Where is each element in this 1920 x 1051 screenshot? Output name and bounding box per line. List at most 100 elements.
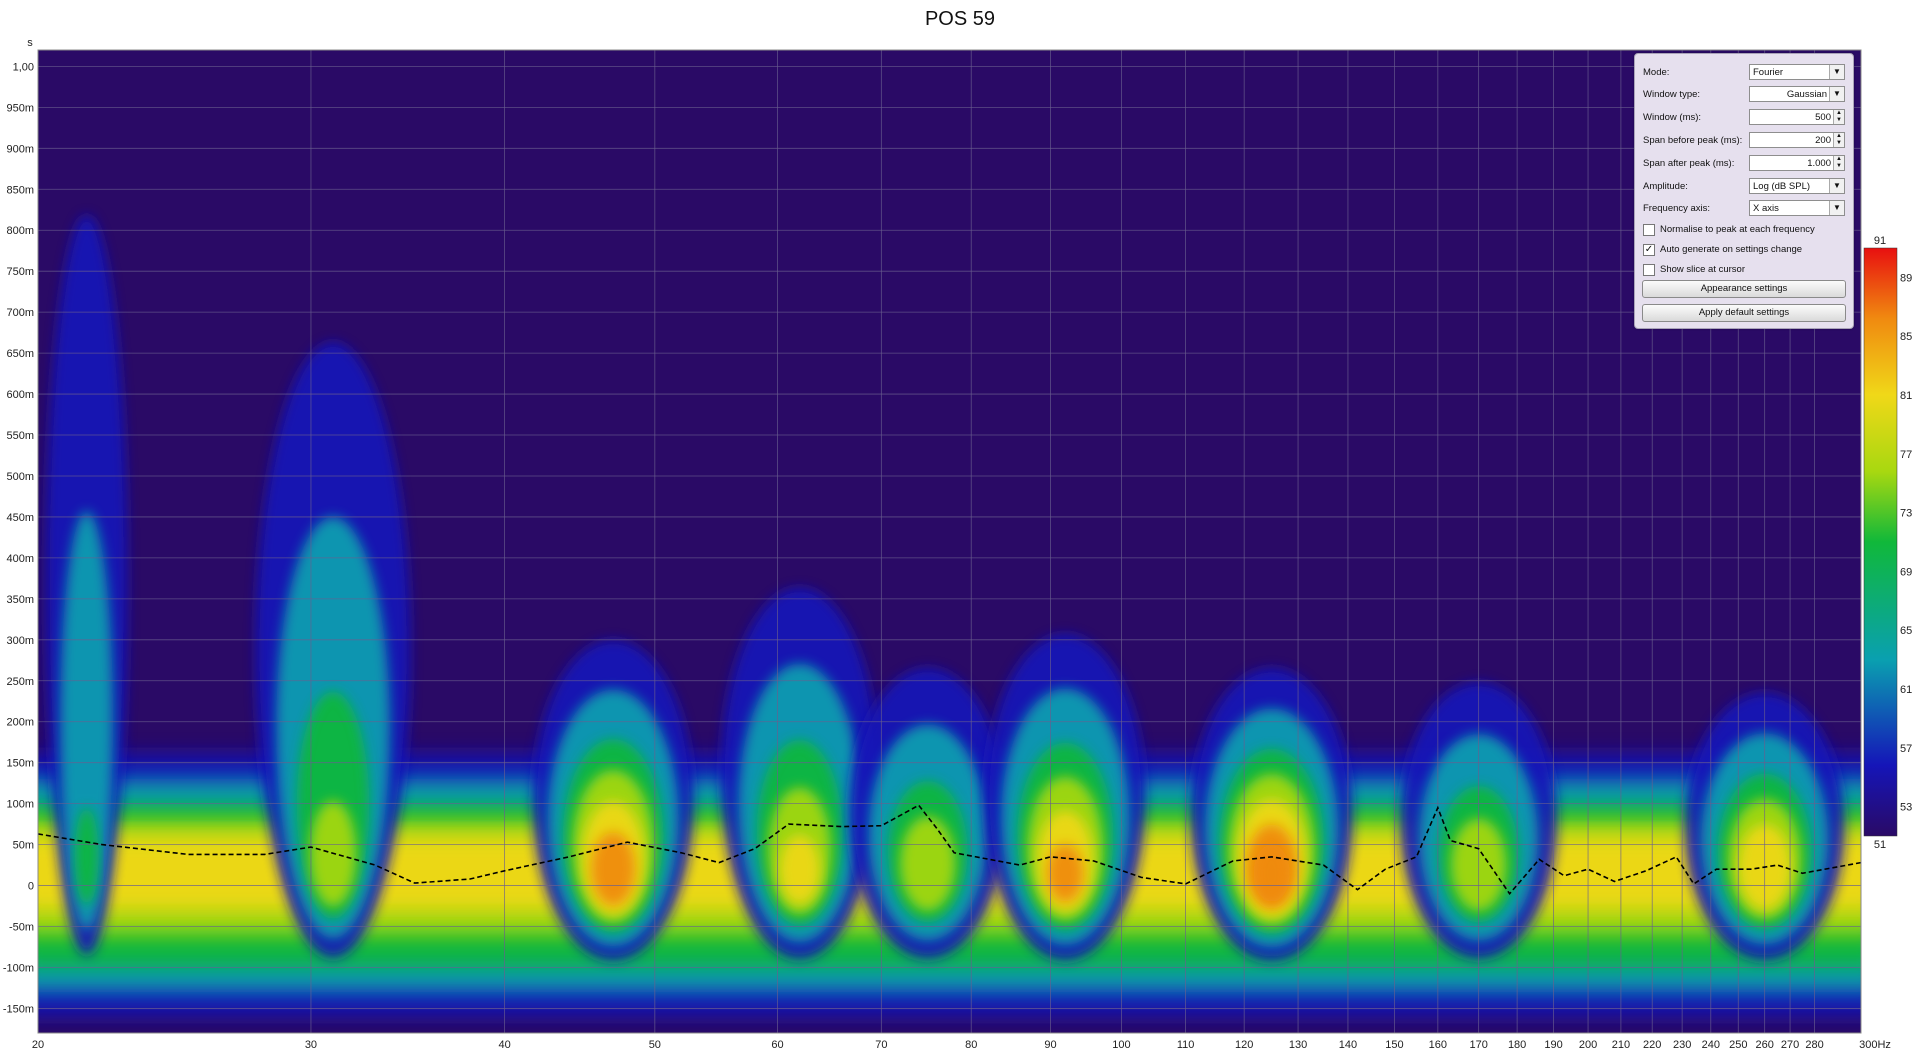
span-before-row: Span before peak (ms): 200 ▲ ▼ xyxy=(1643,132,1845,150)
spinner-icon[interactable]: ▲ ▼ xyxy=(1833,133,1844,147)
x-tick-label: 30 xyxy=(305,1039,317,1051)
x-tick-label: 280 xyxy=(1805,1039,1823,1051)
settings-panel: Mode: Fourier ▼ Window type: Gaussian ▼ … xyxy=(1634,53,1854,329)
y-tick-label: 850m xyxy=(6,184,34,196)
x-tick-label: 80 xyxy=(965,1039,977,1051)
colorbar-tick-label: 51 xyxy=(1874,839,1886,851)
spinner-icon[interactable]: ▲ ▼ xyxy=(1833,156,1844,170)
y-tick-label: 350m xyxy=(6,594,34,606)
auto-generate-checkbox-row[interactable]: ✓ Auto generate on settings change xyxy=(1643,242,1845,258)
y-tick-label: 100m xyxy=(6,799,34,811)
chevron-down-icon[interactable]: ▼ xyxy=(1829,87,1844,101)
window-type-label: Window type: xyxy=(1643,89,1701,100)
y-tick-label: -50m xyxy=(9,922,34,934)
y-tick-label: 200m xyxy=(6,717,34,729)
show-slice-label: Show slice at cursor xyxy=(1660,264,1746,275)
x-tick-label: 200 xyxy=(1579,1039,1597,1051)
ridge-contour xyxy=(591,832,635,906)
y-axis: s 1,00 950m 900m 850m 800m 750m 700m 650m 600m 550… xyxy=(3,37,34,1015)
colorbar-tick-label: 73 xyxy=(1900,508,1912,520)
window-ms-value: 500 xyxy=(1815,112,1831,123)
y-tick-label: 250m xyxy=(6,676,34,688)
colorbar-tick-label: 65 xyxy=(1900,625,1912,637)
colorbar-tick-label: 77 xyxy=(1900,449,1912,461)
window-type-value: Gaussian xyxy=(1786,89,1827,100)
ridge-contour xyxy=(779,835,820,905)
mode-select[interactable]: Fourier ▼ xyxy=(1749,64,1845,80)
x-tick-label: 70 xyxy=(875,1039,887,1051)
mode-row: Mode: Fourier ▼ xyxy=(1643,64,1845,82)
x-tick-label: 160 xyxy=(1429,1039,1447,1051)
apply-default-settings-button[interactable]: Apply default settings xyxy=(1642,304,1846,322)
auto-generate-label: Auto generate on settings change xyxy=(1660,244,1803,255)
x-axis-end-label: 300Hz xyxy=(1859,1039,1891,1051)
x-tick-label: 250 xyxy=(1729,1039,1747,1051)
show-slice-checkbox[interactable] xyxy=(1643,264,1655,276)
y-tick-label: -150m xyxy=(3,1003,34,1015)
colorbar-tick-label: 91 xyxy=(1874,235,1886,247)
x-tick-label: 240 xyxy=(1702,1039,1720,1051)
colorbar-tick-label: 53 xyxy=(1900,802,1912,814)
show-slice-checkbox-row[interactable]: Show slice at cursor xyxy=(1643,262,1845,278)
span-after-row: Span after peak (ms): 1.000 ▲ ▼ xyxy=(1643,155,1845,173)
x-tick-label: 190 xyxy=(1544,1039,1562,1051)
y-tick-label: 600m xyxy=(6,389,34,401)
x-tick-label: 230 xyxy=(1673,1039,1691,1051)
x-axis: 20 30 40 50 60 70 80 90 100 110 120 130 140 150 160 170… xyxy=(32,1039,1891,1051)
span-after-input[interactable]: 1.000 ▲ ▼ xyxy=(1749,155,1845,171)
chevron-down-icon[interactable]: ▼ xyxy=(1829,65,1844,79)
window-ms-input[interactable]: 500 ▲ ▼ xyxy=(1749,109,1845,125)
x-tick-label: 110 xyxy=(1177,1039,1195,1051)
ridge-contour xyxy=(1047,844,1084,902)
span-after-value: 1.000 xyxy=(1807,158,1831,169)
spinner-icon[interactable]: ▲ ▼ xyxy=(1833,110,1844,124)
amplitude-row: Amplitude: Log (dB SPL) ▼ xyxy=(1643,178,1845,196)
normalise-checkbox-row[interactable]: Normalise to peak at each frequency xyxy=(1643,222,1845,238)
x-tick-label: 100 xyxy=(1112,1039,1130,1051)
y-tick-label: 300m xyxy=(6,635,34,647)
y-tick-label: 650m xyxy=(6,348,34,360)
y-tick-label: 450m xyxy=(6,512,34,524)
x-tick-label: 140 xyxy=(1339,1039,1357,1051)
x-tick-label: 130 xyxy=(1289,1039,1307,1051)
x-tick-label: 270 xyxy=(1781,1039,1799,1051)
normalise-checkbox[interactable] xyxy=(1643,224,1655,236)
x-tick-label: 150 xyxy=(1385,1039,1403,1051)
amplitude-label: Amplitude: xyxy=(1643,181,1688,192)
normalise-label: Normalise to peak at each frequency xyxy=(1660,224,1815,235)
colorbar-gradient xyxy=(1863,247,1898,837)
colorbar-tick-label: 61 xyxy=(1900,684,1912,696)
frequency-axis-label: Frequency axis: xyxy=(1643,203,1711,214)
span-before-value: 200 xyxy=(1815,135,1831,146)
y-axis-unit: s xyxy=(27,37,33,49)
x-tick-label: 120 xyxy=(1235,1039,1253,1051)
colorbar-tick-label: 89 xyxy=(1900,272,1912,284)
y-tick-label: 950m xyxy=(6,102,34,114)
window-type-select[interactable]: Gaussian ▼ xyxy=(1749,86,1845,102)
y-tick-label: 700m xyxy=(6,307,34,319)
colorbar-tick-label: 69 xyxy=(1900,566,1912,578)
y-tick-label: 550m xyxy=(6,430,34,442)
chevron-down-icon[interactable]: ▼ xyxy=(1829,179,1844,193)
amplitude-select[interactable]: Log (dB SPL) ▼ xyxy=(1749,178,1845,194)
y-tick-label: -100m xyxy=(3,962,34,974)
y-tick-label: 1,00 xyxy=(13,61,34,73)
appearance-settings-button[interactable]: Appearance settings xyxy=(1642,280,1846,298)
y-tick-label: 800m xyxy=(6,225,34,237)
y-tick-label: 900m xyxy=(6,143,34,155)
ridge-contour xyxy=(900,816,956,911)
spectrogram-chart[interactable]: 20 30 40 50 60 70 80 90 100 110 120 130 140 150 160 170… xyxy=(0,0,1920,1051)
span-before-input[interactable]: 200 ▲ ▼ xyxy=(1749,132,1845,148)
ridge-contour xyxy=(74,807,99,906)
y-tick-label: 500m xyxy=(6,471,34,483)
frequency-axis-select[interactable]: X axis ▼ xyxy=(1749,200,1845,216)
x-tick-label: 170 xyxy=(1469,1039,1487,1051)
frequency-axis-row: Frequency axis: X axis ▼ xyxy=(1643,200,1845,218)
amplitude-value: Log (dB SPL) xyxy=(1753,181,1811,192)
auto-generate-checkbox[interactable]: ✓ xyxy=(1643,244,1655,256)
x-tick-label: 60 xyxy=(771,1039,783,1051)
x-tick-label: 220 xyxy=(1643,1039,1661,1051)
mode-value: Fourier xyxy=(1753,67,1784,78)
x-tick-label: 260 xyxy=(1755,1039,1773,1051)
chevron-down-icon[interactable]: ▼ xyxy=(1829,201,1844,215)
